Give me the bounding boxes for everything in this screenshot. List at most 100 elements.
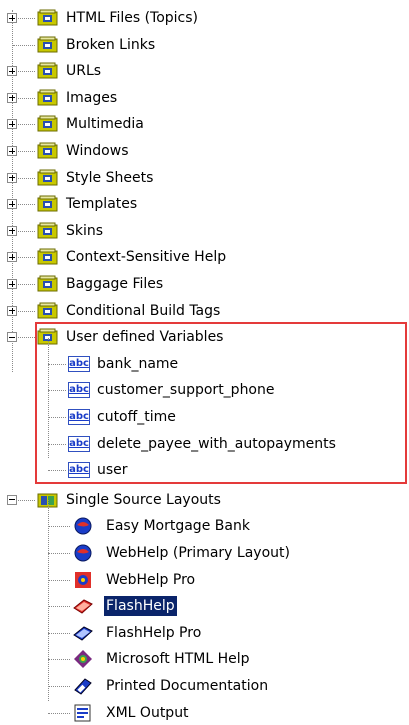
tree-folder-row[interactable]: Multimedia [37, 112, 146, 136]
folder-url-icon [37, 62, 59, 80]
tree-folder-row[interactable]: HTML Files (Topics) [37, 6, 200, 30]
layout-item[interactable]: FlashHelp [72, 594, 177, 618]
tree-item-label: Printed Documentation [106, 678, 269, 694]
tree-item-label: Templates [66, 196, 138, 213]
folder-context-help-icon [37, 248, 59, 266]
flashhelp-pro-icon [72, 623, 99, 643]
tree-branch-line [18, 18, 35, 19]
variables-highlight-box [35, 322, 407, 484]
tree-item-label: WebHelp Pro [106, 571, 196, 588]
globe-layout-icon [72, 543, 99, 563]
tree-child-line [48, 500, 49, 701]
expand-toggle[interactable] [7, 13, 17, 23]
tree-folder-row[interactable]: Skins [37, 219, 105, 243]
tree-folder-row[interactable]: Templates [37, 192, 139, 216]
tree-branch-line [48, 632, 70, 634]
tree-branch-line [18, 337, 35, 339]
folder-stylesheets-icon [37, 169, 59, 187]
tree-branch-line [18, 44, 35, 46]
folder-skins-icon [37, 222, 59, 240]
collapse-toggle[interactable] [7, 494, 17, 505]
tree-item-label: Microsoft HTML Help [106, 651, 250, 668]
folder-broken-links-icon [37, 36, 59, 54]
xml-output-icon [72, 703, 99, 723]
layout-item[interactable]: WebHelp (Primary Layout) [72, 541, 292, 565]
webhelp-pro-icon [72, 570, 99, 590]
tree-folder-row[interactable]: Windows [37, 139, 131, 163]
tree-item-label: XML Output [106, 704, 189, 721]
tree-item-label: Images [66, 89, 118, 106]
tree-branch-line [48, 526, 70, 528]
tree-item-label: Single Source Layouts [66, 491, 221, 508]
tree-folder-row[interactable]: Baggage Files [37, 272, 165, 296]
tree-folder-row[interactable]: Broken Links [37, 33, 157, 57]
tree-branch-line [18, 499, 35, 501]
layout-item[interactable]: Microsoft HTML Help [72, 647, 252, 671]
tree-branch-line [18, 310, 35, 312]
folder-windows-icon [37, 142, 59, 160]
globe-layout-icon [72, 516, 99, 536]
tree-branch-line [18, 177, 35, 179]
folder-globe-icon [37, 9, 59, 27]
tree-branch-line [18, 230, 35, 232]
printed-doc-icon [72, 676, 99, 696]
expand-toggle[interactable] [7, 92, 17, 103]
layout-item[interactable]: Printed Documentation [72, 674, 270, 698]
tree-branch-line [48, 606, 70, 608]
tree-item-label: Context-Sensitive Help [66, 249, 227, 266]
tree-item-label: URLs [66, 63, 102, 80]
expand-toggle[interactable] [7, 119, 17, 130]
tree-item-label: Broken Links [66, 36, 156, 53]
tree-branch-line [18, 151, 35, 152]
folder-images-icon [37, 89, 59, 107]
tree-item-label: Multimedia [66, 116, 144, 133]
tree-item-label: Windows [66, 143, 129, 159]
collapse-toggle[interactable] [7, 332, 17, 343]
tree-item-label: FlashHelp [104, 596, 177, 617]
expand-toggle[interactable] [7, 172, 17, 183]
tree-item-label: Skins [66, 222, 104, 239]
tree-folder-row[interactable]: Single Source Layouts [37, 488, 223, 512]
tree-item-label: FlashHelp Pro [106, 624, 202, 641]
tree-branch-line [18, 204, 35, 206]
tree-folder-row[interactable]: URLs [37, 59, 103, 83]
tree-folder-row[interactable]: Images [37, 86, 119, 110]
layout-item[interactable]: WebHelp Pro [72, 568, 197, 592]
tree-folder-row[interactable]: Context-Sensitive Help [37, 245, 228, 269]
tree-branch-line [48, 659, 70, 661]
tree-item-label: Conditional Build Tags [66, 302, 221, 319]
tree-item-label: Easy Mortgage Bank [106, 518, 250, 535]
tree-folder-row[interactable]: Style Sheets [37, 166, 155, 190]
tree-folder-row[interactable]: Conditional Build Tags [37, 299, 222, 323]
tree-branch-line [48, 686, 70, 687]
folder-multimedia-icon [37, 115, 59, 133]
layout-item[interactable]: XML Output [72, 701, 191, 725]
flashhelp-icon [72, 596, 99, 616]
folder-templates-icon [37, 195, 59, 213]
tree-branch-line [18, 284, 35, 285]
folder-build-tags-icon [37, 302, 59, 320]
tree-item-label: HTML Files (Topics) [66, 10, 199, 26]
expand-toggle[interactable] [7, 146, 17, 156]
tree-branch-line [48, 579, 70, 581]
tree-branch-line [18, 257, 35, 259]
layout-item[interactable]: Easy Mortgage Bank [72, 514, 252, 538]
tree-branch-line [48, 553, 70, 554]
expand-toggle[interactable] [7, 225, 17, 236]
tree-item-label: Baggage Files [66, 276, 164, 292]
expand-toggle[interactable] [7, 305, 17, 316]
expand-toggle[interactable] [7, 199, 17, 210]
tree-trunk-line [12, 10, 13, 372]
layout-item[interactable]: FlashHelp Pro [72, 621, 203, 645]
expand-toggle[interactable] [7, 66, 17, 77]
tree-branch-line [18, 124, 35, 126]
html-help-icon [72, 649, 99, 669]
expand-toggle[interactable] [7, 252, 17, 263]
tree-branch-line [18, 71, 35, 73]
expand-toggle[interactable] [7, 279, 17, 289]
tree-branch-line [18, 97, 35, 99]
tree-branch-line [48, 712, 70, 714]
tree-item-label: WebHelp (Primary Layout) [106, 545, 290, 561]
folder-baggage-icon [37, 275, 59, 293]
tree-item-label: Style Sheets [66, 169, 154, 186]
